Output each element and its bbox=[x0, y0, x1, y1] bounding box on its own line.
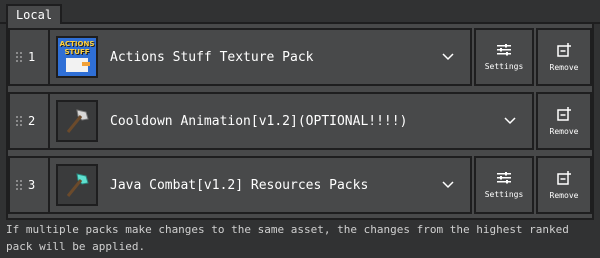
settings-label: Settings bbox=[484, 189, 524, 199]
pack-row-main[interactable]: 2 Cooldown Animation[v1.2](OPTIONAL!!!!) bbox=[8, 92, 534, 150]
actions-stuff-logo: ACTIONS STUFF bbox=[56, 36, 98, 78]
pack-row-main[interactable]: 3 Java Combat[v1.2] Resources Packs bbox=[8, 156, 472, 214]
iron-axe-icon bbox=[56, 100, 98, 142]
settings-button[interactable]: Settings bbox=[474, 156, 534, 214]
pack-row: 1 ACTIONS STUFF Actions Stuff Texture Pa… bbox=[8, 28, 592, 86]
drag-handle-icon[interactable] bbox=[14, 179, 26, 191]
chevron-down-icon[interactable] bbox=[504, 115, 516, 127]
priority-note: If multiple packs make changes to the sa… bbox=[6, 223, 569, 253]
row-divider bbox=[48, 30, 50, 84]
pack-name: Java Combat[v1.2] Resources Packs bbox=[110, 177, 369, 193]
pack-row: 3 Java Combat[v1.2] Resources Packs Sett… bbox=[8, 156, 592, 214]
pack-name: Cooldown Animation[v1.2](OPTIONAL!!!!) bbox=[110, 113, 408, 129]
row-divider bbox=[48, 158, 50, 212]
remove-pack-icon bbox=[557, 106, 571, 121]
sliders-icon bbox=[497, 43, 511, 55]
pack-rank: 3 bbox=[28, 178, 36, 192]
pack-thumbnail-text: ACTIONS STUFF bbox=[59, 40, 95, 56]
remove-pack-icon bbox=[557, 42, 571, 57]
tab-local-label: Local bbox=[15, 8, 53, 22]
remove-label: Remove bbox=[549, 126, 579, 136]
sliders-icon bbox=[497, 171, 511, 183]
row-divider bbox=[48, 94, 50, 148]
remove-button[interactable]: Remove bbox=[536, 92, 592, 150]
chevron-down-icon[interactable] bbox=[442, 51, 454, 63]
diamond-axe-icon bbox=[56, 164, 98, 206]
pack-rank: 2 bbox=[28, 114, 36, 128]
chicken-graphic bbox=[66, 58, 90, 72]
pack-row: 2 Cooldown Animation[v1.2](OPTIONAL!!!!) bbox=[8, 92, 592, 150]
pack-row-main[interactable]: 1 ACTIONS STUFF Actions Stuff Texture Pa… bbox=[8, 28, 472, 86]
settings-label: Settings bbox=[484, 61, 524, 71]
chevron-down-icon[interactable] bbox=[442, 179, 454, 191]
remove-label: Remove bbox=[549, 190, 579, 200]
pack-name: Actions Stuff Texture Pack bbox=[110, 49, 314, 65]
tab-local[interactable]: Local bbox=[6, 4, 62, 24]
drag-handle-icon[interactable] bbox=[14, 51, 26, 63]
remove-label: Remove bbox=[549, 62, 579, 72]
settings-button[interactable]: Settings bbox=[474, 28, 534, 86]
remove-button[interactable]: Remove bbox=[536, 156, 592, 214]
remove-button[interactable]: Remove bbox=[536, 28, 592, 86]
remove-pack-icon bbox=[557, 170, 571, 185]
resource-packs-screen: Local 1 ACTIONS STUFF Actions Stuff Text… bbox=[0, 0, 600, 258]
pack-rank: 1 bbox=[28, 50, 36, 64]
drag-handle-icon[interactable] bbox=[14, 115, 26, 127]
